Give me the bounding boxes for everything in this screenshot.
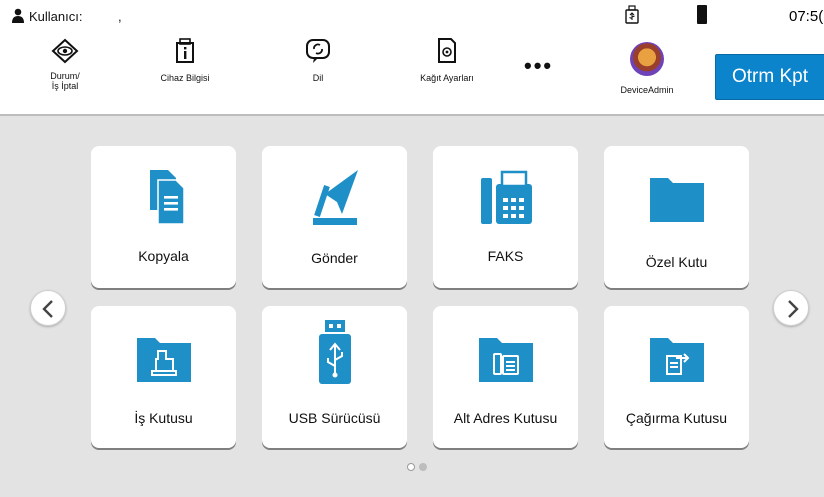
tile-label: Gönder xyxy=(311,250,358,266)
account-name: DeviceAdmin xyxy=(620,85,674,95)
tile-label: Özel Kutu xyxy=(645,254,708,270)
status-bar: Kullanıcı: , 07:5( xyxy=(0,0,824,34)
home-screen: Kopyala Gönder FAKS Özel Kutu İş Kutusu … xyxy=(0,116,824,497)
device-info-label: Cihaz Bilgisi xyxy=(160,73,210,83)
tile-polling-box[interactable]: Çağırma Kutusu xyxy=(604,306,749,448)
tile-label: USB Sürücüsü xyxy=(288,410,381,426)
paper-settings-icon xyxy=(438,38,456,63)
copy-icon xyxy=(149,170,185,225)
toner-icon xyxy=(697,5,707,24)
more-options-button[interactable]: ••• xyxy=(524,55,553,77)
language-label: Dil xyxy=(312,73,324,83)
page-dot[interactable] xyxy=(419,463,427,471)
custom-box-folder-icon xyxy=(649,178,704,222)
tile-custom-box[interactable]: Özel Kutu xyxy=(604,146,749,288)
chevron-right-icon xyxy=(788,300,799,318)
user-icon xyxy=(12,8,24,23)
tile-label: Alt Adres Kutusu xyxy=(453,410,558,426)
language-button[interactable]: Dil xyxy=(298,34,338,106)
subaddress-box-folder-icon xyxy=(478,338,533,382)
user-label: Kullanıcı: xyxy=(29,9,83,24)
avatar[interactable] xyxy=(630,42,664,76)
tile-label: İş Kutusu xyxy=(134,410,193,426)
fax-icon xyxy=(480,170,532,224)
tile-subaddress-box[interactable]: Alt Adres Kutusu xyxy=(433,306,578,448)
device-info-icon xyxy=(176,38,194,63)
tile-copy[interactable]: Kopyala xyxy=(91,146,236,288)
page-dot-active[interactable] xyxy=(407,463,415,471)
tile-fax[interactable]: FAKS xyxy=(433,146,578,288)
tile-label: Çağırma Kutusu xyxy=(625,410,728,426)
tile-label: FAKS xyxy=(487,248,524,264)
status-cancel-button[interactable]: Durum/ İş İptal xyxy=(40,34,90,106)
device-info-button[interactable]: Cihaz Bilgisi xyxy=(148,34,222,106)
polling-box-folder-icon xyxy=(649,338,704,382)
next-page-button[interactable] xyxy=(773,290,809,326)
tile-label: Kopyala xyxy=(138,248,189,264)
clock: 07:5( xyxy=(789,8,824,25)
tile-send[interactable]: Gönder xyxy=(262,146,407,288)
top-toolbar: Durum/ İş İptal Cihaz Bilgisi Dil Kağıt … xyxy=(0,34,824,114)
paper-settings-button[interactable]: Kağıt Ayarları xyxy=(412,34,482,106)
previous-page-button[interactable] xyxy=(30,290,66,326)
logout-button[interactable]: Otrm Kpt xyxy=(715,54,824,100)
tile-job-box[interactable]: İş Kutusu xyxy=(91,306,236,448)
usb-status-icon xyxy=(625,5,639,24)
chevron-left-icon xyxy=(42,300,53,318)
status-eye-icon xyxy=(51,38,79,64)
send-icon xyxy=(312,170,358,225)
page-indicator xyxy=(407,463,437,473)
user-value: , xyxy=(118,9,122,24)
paper-settings-label: Kağıt Ayarları xyxy=(420,73,474,83)
language-icon xyxy=(306,39,330,63)
tile-usb-drive[interactable]: USB Sürücüsü xyxy=(262,306,407,448)
status-cancel-label: Durum/ İş İptal xyxy=(50,71,80,91)
job-box-folder-icon xyxy=(136,338,191,382)
usb-drive-icon xyxy=(318,320,351,384)
